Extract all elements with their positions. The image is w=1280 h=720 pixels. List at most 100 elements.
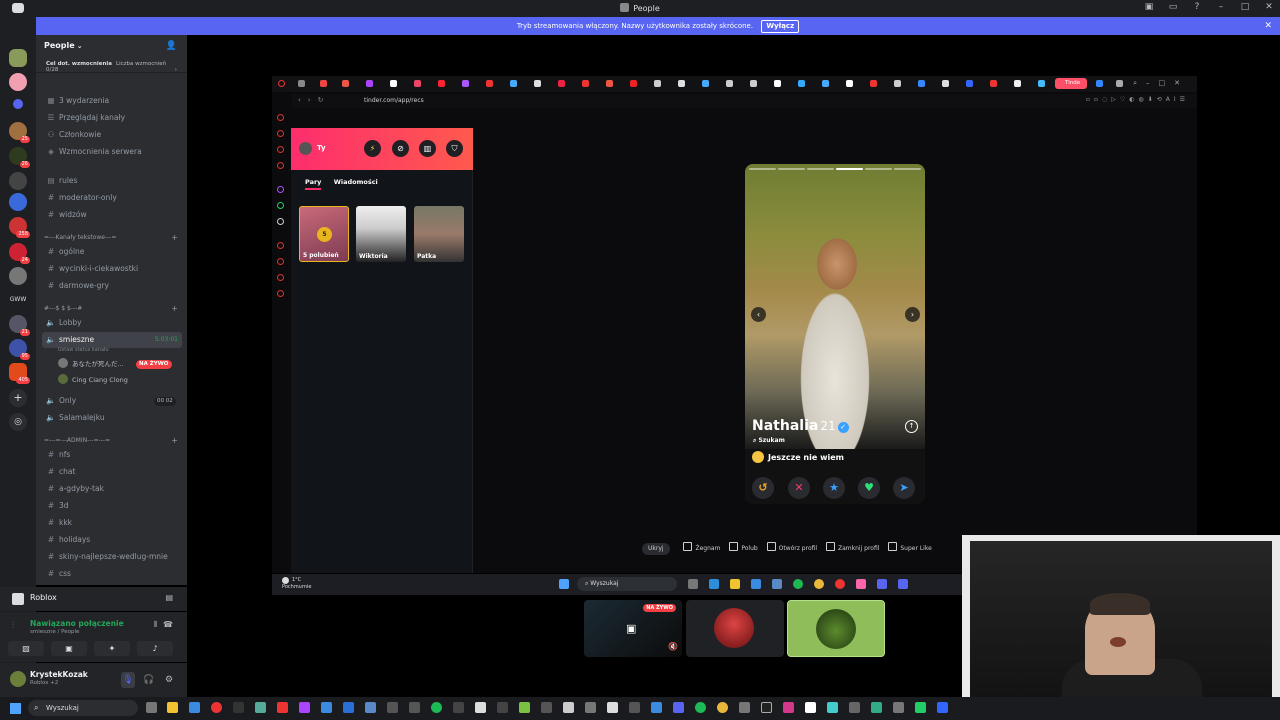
server-icon[interactable]: 26: [9, 147, 30, 168]
server-icon[interactable]: 21: [9, 315, 30, 336]
settings-icon[interactable]: [277, 290, 284, 297]
profile-photo[interactable]: [745, 164, 925, 449]
sidebar-icon[interactable]: [277, 114, 284, 121]
tab-icon[interactable]: [486, 80, 493, 87]
activity-panel[interactable]: Roblox ▤: [0, 587, 187, 611]
app-icon[interactable]: [563, 702, 574, 713]
my-profile-link[interactable]: Ty: [317, 144, 326, 152]
tab-icon[interactable]: [366, 80, 373, 87]
camera-off-button[interactable]: ▨: [8, 641, 44, 656]
activity-settings-icon[interactable]: ▤: [165, 593, 173, 602]
hide-hints-button[interactable]: Ukryj: [642, 543, 670, 555]
twitch-icon[interactable]: [277, 186, 284, 193]
settings-gear-icon[interactable]: ⚙: [162, 672, 176, 688]
app-icon[interactable]: [827, 702, 838, 713]
tab-icon[interactable]: [1014, 80, 1021, 87]
app-icon[interactable]: [898, 579, 908, 589]
tab-icon[interactable]: [558, 80, 565, 87]
username[interactable]: KrystekKozak: [30, 670, 88, 679]
tab-icon[interactable]: [320, 80, 327, 87]
tab-icon[interactable]: [1116, 80, 1123, 87]
chrome-icon[interactable]: [717, 702, 728, 713]
members-link[interactable]: ⚇ Członkowie: [42, 127, 182, 143]
events-link[interactable]: ▦ 3 wydarzenia: [42, 93, 182, 109]
app-icon[interactable]: [871, 702, 882, 713]
tab-icon[interactable]: [582, 80, 589, 87]
channel-chat[interactable]: # chat: [42, 464, 182, 480]
tab-icon[interactable]: [630, 80, 637, 87]
tab-icon[interactable]: [510, 80, 517, 87]
disconnect-icon[interactable]: ☎: [163, 620, 173, 629]
channel-ogolne[interactable]: # ogólne: [42, 244, 182, 260]
whatsapp-icon[interactable]: [277, 202, 284, 209]
channel-skiny[interactable]: # skiny-najlepsze-wedlug-mnie: [42, 549, 182, 565]
prev-photo-icon[interactable]: ‹: [751, 307, 766, 322]
app-icon[interactable]: [519, 702, 530, 713]
sidebar-icon[interactable]: [277, 146, 284, 153]
next-photo-icon[interactable]: ›: [905, 307, 920, 322]
store-icon[interactable]: [751, 579, 761, 589]
tab-icon[interactable]: [846, 80, 853, 87]
spotify-icon[interactable]: [793, 579, 803, 589]
voice-channel-path[interactable]: smieszne / People: [30, 629, 79, 635]
explore-icon[interactable]: ⊘: [392, 140, 409, 157]
browser-extensions[interactable]: ▫▫◌▷♡◐◍⬇⟲AI☰: [1086, 96, 1189, 103]
inbox-icon[interactable]: ▣: [1144, 2, 1154, 13]
ai-button[interactable]: AI: [1166, 96, 1180, 103]
nope-button[interactable]: ✕: [788, 477, 810, 499]
history-icon[interactable]: [277, 258, 284, 265]
activities-button[interactable]: ✦: [94, 641, 130, 656]
match-tile[interactable]: Wiktoria: [356, 206, 406, 262]
channel-holidays[interactable]: # holidays: [42, 532, 182, 548]
tab-icon[interactable]: [942, 80, 949, 87]
safety-shield-icon[interactable]: ⛉: [446, 140, 463, 157]
tab-icon[interactable]: [726, 80, 733, 87]
server-icon[interactable]: 95: [9, 339, 30, 360]
screen-share-button[interactable]: ▣: [51, 641, 87, 656]
tab-icon[interactable]: [414, 80, 421, 87]
channel-kkk[interactable]: # kkk: [42, 515, 182, 531]
tab-icon[interactable]: [894, 80, 901, 87]
tab-icon[interactable]: [774, 80, 781, 87]
headphones-icon[interactable]: 🎧: [142, 672, 156, 688]
category-text-channels[interactable]: =---Kanały tekstowe---= +: [44, 232, 182, 244]
participant-tile-speaking[interactable]: [787, 600, 885, 657]
weather-widget[interactable]: 1°C Pochmurnie: [282, 577, 311, 590]
tab-icon[interactable]: [390, 80, 397, 87]
app-icon[interactable]: [277, 702, 288, 713]
category-voice[interactable]: #---$ $ $---# +: [44, 303, 182, 315]
sidebar-icon[interactable]: [277, 274, 284, 281]
app-icon[interactable]: [255, 702, 266, 713]
browse-channels-link[interactable]: ☰ Przeglądaj kanały: [42, 110, 182, 126]
voice-channel-lobby[interactable]: 🔈 Lobby: [42, 315, 182, 331]
app-icon[interactable]: [497, 702, 508, 713]
sidebar-icon[interactable]: [277, 130, 284, 137]
app-icon[interactable]: [893, 702, 904, 713]
server-icon[interactable]: [9, 73, 27, 91]
app-icon[interactable]: [475, 702, 486, 713]
store-icon[interactable]: [189, 702, 200, 713]
match-tile[interactable]: Patka: [414, 206, 464, 262]
app-icon[interactable]: [541, 702, 552, 713]
tab-icon[interactable]: [798, 80, 805, 87]
tab-icon[interactable]: [966, 80, 973, 87]
voice-user[interactable]: あなたが死んだ...: [58, 358, 124, 370]
microphone-icon[interactable]: 🎙: [121, 672, 135, 688]
channel-rules[interactable]: ▤ rules: [42, 173, 182, 189]
tab-icon[interactable]: [654, 80, 661, 87]
signal-icon[interactable]: ⫶: [12, 621, 14, 631]
disable-streamer-mode-button[interactable]: Wyłącz: [761, 20, 800, 33]
invite-icon[interactable]: 👤: [166, 41, 177, 51]
help-icon[interactable]: ?: [1192, 2, 1202, 13]
app-icon[interactable]: [233, 702, 244, 713]
maximize-icon[interactable]: □: [1240, 2, 1250, 13]
url-field[interactable]: tinder.com/app/recs: [364, 97, 424, 104]
folder-icon[interactable]: [167, 702, 178, 713]
discord-icon[interactable]: [673, 702, 684, 713]
super-like-button[interactable]: ★: [823, 477, 845, 499]
tab-icon[interactable]: [1038, 80, 1045, 87]
rewind-button[interactable]: ↺: [752, 477, 774, 499]
monitor-icon[interactable]: ▭: [1168, 2, 1178, 13]
instagram-icon[interactable]: [783, 702, 794, 713]
category-admin[interactable]: =---=---ADMIN---=---= +: [44, 435, 182, 447]
